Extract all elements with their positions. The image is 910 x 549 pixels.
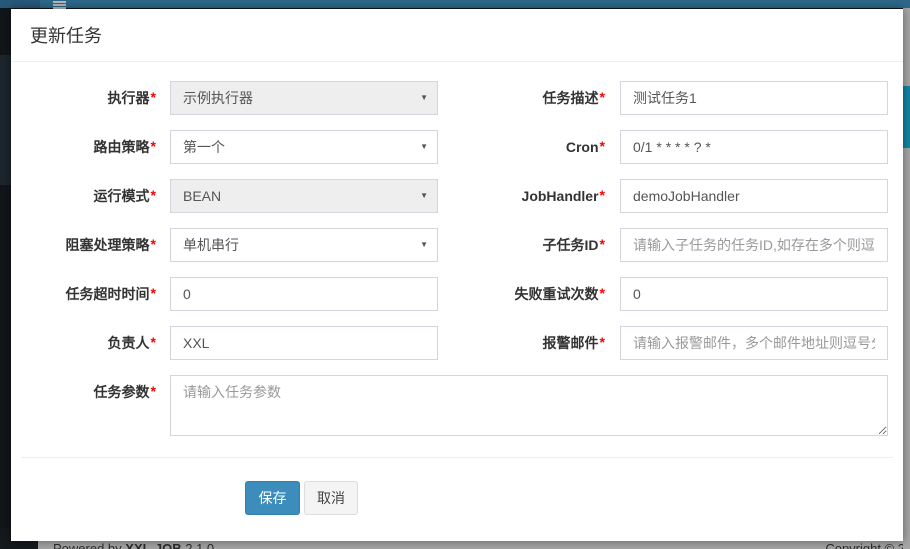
form-row: 负责人* 报警邮件* [26,326,888,360]
required-asterisk: * [151,334,156,350]
required-asterisk: * [600,187,605,203]
scrollbar-thumb[interactable] [903,86,910,148]
form-row: 路由策略* 第一个 ▼ Cron* [26,130,888,164]
form-row: 任务参数* [26,375,888,436]
footer-brand: XXL-JOB [125,541,181,549]
alarm-email-input[interactable] [620,326,888,360]
child-job-id-label: 子任务ID* [438,228,605,262]
modal-header: 更新任务 [11,9,903,62]
owner-label: 负责人* [26,326,156,360]
sidebar-sliver [0,8,11,549]
chevron-down-icon: ▼ [420,186,428,206]
chevron-down-icon: ▼ [420,88,428,108]
navbar-logo [0,0,40,8]
form-divider [21,457,893,458]
job-desc-label: 任务描述* [438,81,605,115]
executor-select: 示例执行器 ▼ [170,81,438,115]
owner-input[interactable] [170,326,438,360]
scrollbar-track[interactable] [903,8,910,549]
fail-retry-input[interactable] [620,277,888,311]
run-mode-select: BEAN ▼ [170,179,438,213]
alarm-email-label: 报警邮件* [438,326,605,360]
required-asterisk: * [151,138,156,154]
form-row: 执行器* 示例执行器 ▼ 任务描述* [26,81,888,115]
job-params-textarea[interactable] [170,375,888,436]
footer-copyright: Copyright © 2 [825,542,905,549]
route-strategy-label: 路由策略* [26,130,156,164]
button-row: 保存 取消 [245,481,903,515]
form-row: 运行模式* BEAN ▼ JobHandler* [26,179,888,213]
form-row: 阻塞处理策略* 单机串行 ▼ 子任务ID* [26,228,888,262]
page-footer: Powered by XXL-JOB 2.1.0 Copyright © 2 [38,541,910,549]
job-params-label: 任务参数* [26,375,156,436]
timeout-input[interactable] [170,277,438,311]
cron-label: Cron* [438,130,605,164]
fail-retry-label: 失败重试次数* [438,277,605,311]
chevron-down-icon: ▼ [420,137,428,157]
top-navbar [0,0,910,8]
required-asterisk: * [151,383,156,399]
required-asterisk: * [600,236,605,252]
required-asterisk: * [600,89,605,105]
required-asterisk: * [151,285,156,301]
child-job-id-input[interactable] [620,228,888,262]
required-asterisk: * [151,89,156,105]
required-asterisk: * [600,334,605,350]
required-asterisk: * [151,187,156,203]
jobhandler-input[interactable] [620,179,888,213]
job-desc-input[interactable] [620,81,888,115]
required-asterisk: * [151,236,156,252]
required-asterisk: * [600,285,605,301]
required-asterisk: * [600,138,605,154]
cron-input[interactable] [620,130,888,164]
page-title: 更新任务 [30,22,102,48]
job-form: 执行器* 示例执行器 ▼ 任务描述* 路由策略* 第一个 ▼ Cron* [11,62,903,515]
jobhandler-label: JobHandler* [438,179,605,213]
timeout-label: 任务超时时间* [26,277,156,311]
chevron-down-icon: ▼ [420,235,428,255]
block-strategy-select[interactable]: 单机串行 ▼ [170,228,438,262]
form-row: 任务超时时间* 失败重试次数* [26,277,888,311]
save-button[interactable]: 保存 [245,481,300,515]
hamburger-icon[interactable] [53,1,66,9]
route-strategy-select[interactable]: 第一个 ▼ [170,130,438,164]
executor-label: 执行器* [26,81,156,115]
update-job-modal: 更新任务 执行器* 示例执行器 ▼ 任务描述* 路由策略* 第一个 ▼ [11,9,903,541]
run-mode-label: 运行模式* [26,179,156,213]
block-strategy-label: 阻塞处理策略* [26,228,156,262]
sidebar-item-highlight [0,55,11,185]
footer-powered-by: Powered by XXL-JOB 2.1.0 [53,542,214,549]
cancel-button[interactable]: 取消 [304,481,358,515]
